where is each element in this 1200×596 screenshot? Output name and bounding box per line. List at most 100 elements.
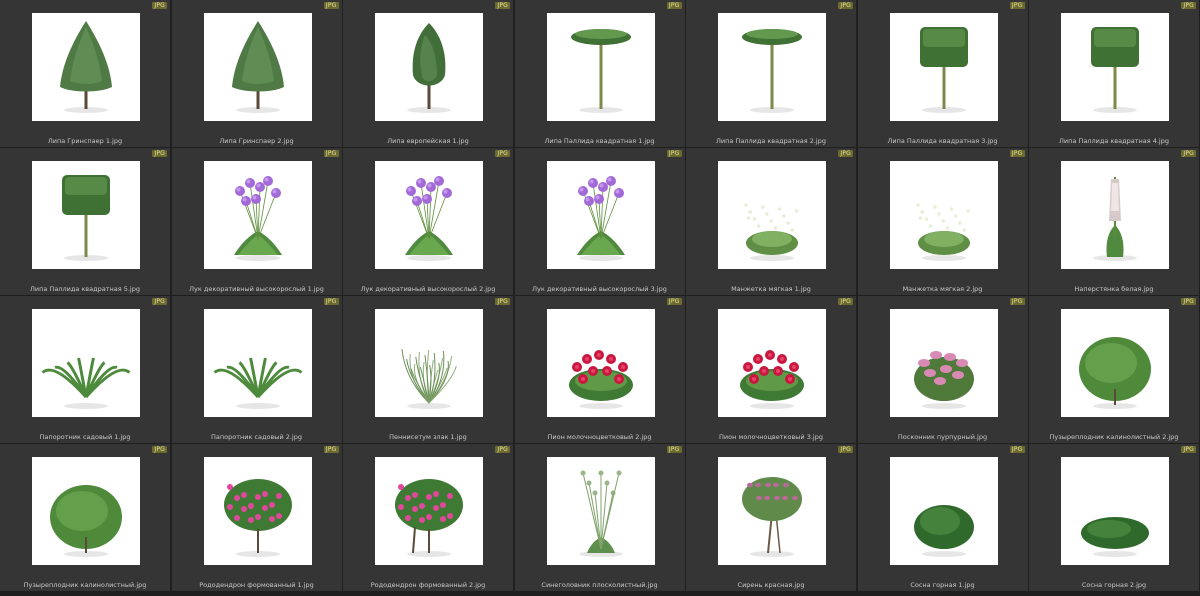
file-tile[interactable]: JPG Пион молочноцветковый 2.jpg <box>514 296 685 443</box>
file-name-label: Липа Гринспаер 1.jpg <box>47 137 123 145</box>
file-tile[interactable]: JPG Рододендрон формованный 1.jpg <box>171 444 342 591</box>
thumbnail-image[interactable] <box>889 161 998 269</box>
plant-picture <box>742 477 802 557</box>
file-tile[interactable]: JPG Липа Паллида квадратная 2.jpg <box>686 0 856 147</box>
file-name-label: Лук декоративный высокорослый 3.jpg <box>532 285 667 293</box>
file-name-label: Пузыреплодник калинолистный.jpg <box>23 581 147 589</box>
thumbnail-image[interactable] <box>375 457 483 565</box>
plant-picture <box>1093 177 1137 261</box>
file-type-badge: JPG <box>1009 446 1025 453</box>
thumbnail-image[interactable] <box>546 161 655 269</box>
file-type-badge: JPG <box>1009 298 1025 305</box>
file-type-badge: JPG <box>1009 2 1025 9</box>
file-name-label: Липа Гринспаер 2.jpg <box>219 137 294 145</box>
file-tile[interactable]: JPG Папоротник садовый 2.jpg <box>171 296 342 443</box>
plant-picture <box>50 485 122 557</box>
file-name-label: Лук декоративный высокорослый 2.jpg <box>360 285 496 293</box>
plant-picture <box>401 348 457 409</box>
file-tile[interactable]: JPG Папоротник садовый 1.jpg <box>0 296 170 443</box>
file-type-badge: JPG <box>323 298 339 305</box>
thumbnail-image[interactable] <box>203 161 312 269</box>
thumbnail-image[interactable] <box>32 457 140 565</box>
file-name-label: Лук декоративный высокорослый 1.jpg <box>189 285 324 293</box>
file-type-badge: JPG <box>323 2 339 9</box>
file-tile[interactable]: JPG Липа Паллида квадратная 1.jpg <box>514 0 685 147</box>
file-tile[interactable]: JPG Пузыреплодник калинолистный.jpg <box>0 444 170 591</box>
thumbnail-image[interactable] <box>32 13 140 121</box>
file-tile[interactable]: JPG Липа европейская 1.jpg <box>343 0 513 147</box>
file-type-badge: JPG <box>1181 2 1196 9</box>
file-tile[interactable]: JPG Синеголовник плосколистный.jpg <box>514 444 685 591</box>
file-name-label: Рододендрон формованный 1.jpg <box>199 581 314 589</box>
file-tile[interactable]: JPG Липа Паллида квадратная 3.jpg <box>857 0 1028 147</box>
file-tile[interactable]: JPG Манжетка мягкая 2.jpg <box>857 148 1028 295</box>
file-tile[interactable]: JPG Пион молочноцветковый 3.jpg <box>686 296 856 443</box>
thumbnail-image[interactable] <box>1061 13 1169 121</box>
file-type-badge: JPG <box>666 446 682 453</box>
file-type-badge: JPG <box>666 2 682 9</box>
file-tile[interactable]: JPG Пузыреплодник калинолистный 2.jpg <box>1029 296 1199 443</box>
plant-picture <box>742 29 802 113</box>
file-type-badge: JPG <box>666 150 682 157</box>
file-tile[interactable]: JPG Посконник пурпурный.jpg <box>857 296 1028 443</box>
thumbnail-image[interactable] <box>375 309 483 417</box>
file-name-label: Липа Паллида квадратная 3.jpg <box>887 137 998 145</box>
file-name-label: Манжетка мягкая 1.jpg <box>731 285 811 293</box>
file-type-badge: JPG <box>1181 446 1196 453</box>
thumbnail-image[interactable] <box>203 309 312 417</box>
plant-picture <box>740 350 804 409</box>
file-type-badge: JPG <box>495 2 510 9</box>
thumbnail-image[interactable] <box>32 309 140 417</box>
file-tile[interactable]: JPG Лук декоративный высокорослый 2.jpg <box>343 148 513 295</box>
plant-picture <box>407 23 451 113</box>
file-tile[interactable]: JPG Сирень красная.jpg <box>686 444 856 591</box>
file-name-label: Сосна горная 2.jpg <box>1081 581 1147 589</box>
file-name-label: Липа Паллида квадратная 5.jpg <box>30 285 140 293</box>
file-type-badge: JPG <box>838 446 853 453</box>
file-type-badge: JPG <box>323 446 339 453</box>
file-type-badge: JPG <box>495 150 510 157</box>
file-tile[interactable]: JPG Липа Гринспаер 1.jpg <box>0 0 170 147</box>
file-tile[interactable]: JPG Липа Паллида квадратная 5.jpg <box>0 148 170 295</box>
file-name-label: Папоротник садовый 2.jpg <box>211 433 302 441</box>
file-type-badge: JPG <box>666 298 682 305</box>
file-tile[interactable]: JPG Липа Гринспаер 2.jpg <box>171 0 342 147</box>
file-type-badge: JPG <box>495 446 510 453</box>
thumbnail-image[interactable] <box>1061 161 1169 269</box>
thumbnail-image[interactable] <box>1061 457 1169 565</box>
thumbnail-image[interactable] <box>1061 309 1169 417</box>
thumbnail-image[interactable] <box>203 457 312 565</box>
thumbnail-image[interactable] <box>546 457 655 565</box>
thumbnail-image[interactable] <box>375 161 483 269</box>
file-tile[interactable]: JPG Лук декоративный высокорослый 3.jpg <box>514 148 685 295</box>
file-name-label: Липа Паллида квадратная 2.jpg <box>716 137 826 145</box>
thumbnail-image[interactable] <box>546 13 655 121</box>
file-type-badge: JPG <box>152 298 167 305</box>
thumbnail-image[interactable] <box>718 13 826 121</box>
thumbnail-image[interactable] <box>718 161 826 269</box>
thumbnail-image[interactable] <box>375 13 483 121</box>
file-type-badge: JPG <box>1181 150 1196 157</box>
file-name-label: Папоротник садовый 1.jpg <box>39 433 131 441</box>
thumbnail-image[interactable] <box>32 161 140 269</box>
file-tile[interactable]: JPG Сосна горная 2.jpg <box>1029 444 1199 591</box>
thumbnail-image[interactable] <box>889 457 998 565</box>
file-tile[interactable]: JPG Наперстянка белая.jpg <box>1029 148 1199 295</box>
file-type-badge: JPG <box>838 298 853 305</box>
plant-picture <box>223 479 292 557</box>
thumbnail-image[interactable] <box>203 13 312 121</box>
file-tile[interactable]: JPG Пеннисетум злак 1.jpg <box>343 296 513 443</box>
file-tile[interactable]: JPG Лук декоративный высокорослый 1.jpg <box>171 148 342 295</box>
plant-picture <box>233 176 282 261</box>
file-tile[interactable]: JPG Сосна горная 1.jpg <box>857 444 1028 591</box>
plant-picture <box>568 350 633 409</box>
file-tile[interactable]: JPG Рододендрон формованный 2.jpg <box>343 444 513 591</box>
thumbnail-image[interactable] <box>889 13 998 121</box>
thumbnail-image[interactable] <box>718 457 826 565</box>
file-tile[interactable]: JPG Липа Паллида квадратная 4.jpg <box>1029 0 1199 147</box>
plant-picture <box>41 357 131 409</box>
thumbnail-image[interactable] <box>546 309 655 417</box>
file-tile[interactable]: JPG Манжетка мягкая 1.jpg <box>686 148 856 295</box>
thumbnail-image[interactable] <box>889 309 998 417</box>
thumbnail-image[interactable] <box>718 309 826 417</box>
